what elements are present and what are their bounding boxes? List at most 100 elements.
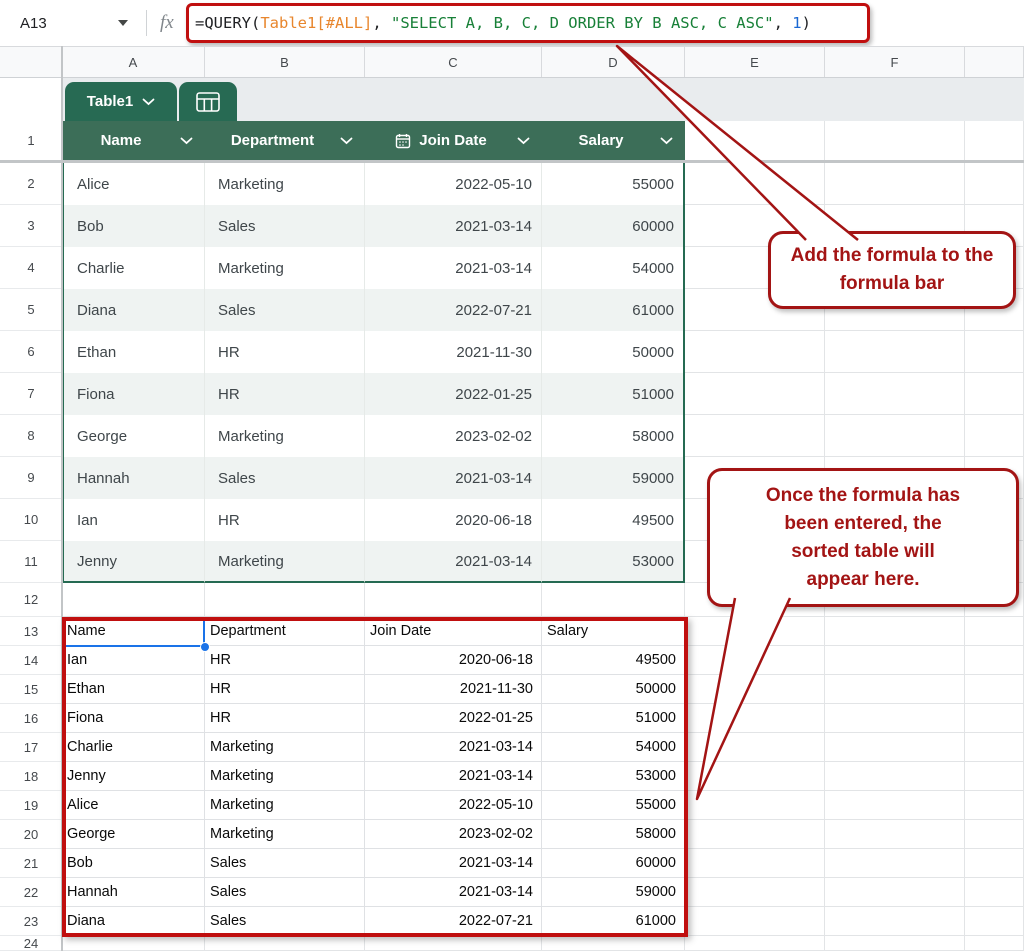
cell[interactable] (965, 331, 1024, 373)
cell[interactable] (965, 704, 1024, 733)
cell[interactable]: 2021-03-14 (365, 247, 542, 289)
cell[interactable] (825, 646, 965, 675)
row-number[interactable]: 10 (0, 499, 62, 541)
cell[interactable] (965, 791, 1024, 820)
cell[interactable] (965, 733, 1024, 762)
cell[interactable]: 58000 (542, 820, 685, 849)
cell[interactable] (542, 936, 685, 951)
name-box-dropdown-icon[interactable] (118, 20, 128, 26)
cell[interactable]: HR (205, 331, 365, 373)
cell[interactable]: Charlie (62, 733, 205, 762)
cell[interactable]: Salary (542, 617, 685, 646)
cell[interactable] (685, 331, 825, 373)
cell[interactable] (685, 762, 825, 791)
row-number[interactable]: 23 (0, 907, 62, 936)
cell[interactable]: 2022-05-10 (365, 163, 542, 205)
cell[interactable]: Ethan (62, 331, 205, 373)
row-number[interactable]: 20 (0, 820, 62, 849)
cell[interactable] (685, 878, 825, 907)
name-box[interactable]: A13 (0, 0, 146, 46)
row-number[interactable]: 19 (0, 791, 62, 820)
cell[interactable]: 2021-11-30 (365, 675, 542, 704)
column-header-partial[interactable] (965, 47, 1024, 77)
row-number[interactable]: 5 (0, 289, 62, 331)
cell[interactable] (685, 704, 825, 733)
cell[interactable]: HR (205, 646, 365, 675)
cell[interactable]: 54000 (542, 247, 685, 289)
row-number[interactable]: 7 (0, 373, 62, 415)
cell[interactable]: Marketing (205, 762, 365, 791)
cell[interactable] (965, 373, 1024, 415)
frozen-pane-divider[interactable] (61, 46, 63, 951)
cell[interactable]: Hannah (62, 878, 205, 907)
cell[interactable]: 2020-06-18 (365, 646, 542, 675)
cell[interactable]: 2022-05-10 (365, 791, 542, 820)
cell[interactable] (685, 936, 825, 951)
cell[interactable] (825, 936, 965, 951)
cell[interactable] (965, 675, 1024, 704)
cell[interactable]: 61000 (542, 907, 685, 936)
cell[interactable] (205, 936, 365, 951)
table-header-department[interactable]: Department (205, 121, 365, 160)
cell[interactable]: 2021-11-30 (365, 331, 542, 373)
cell[interactable]: 59000 (542, 457, 685, 499)
cell[interactable]: Marketing (205, 820, 365, 849)
cell[interactable]: 55000 (542, 163, 685, 205)
cell[interactable] (825, 121, 965, 160)
column-dropdown-icon[interactable] (517, 137, 530, 145)
column-header-b[interactable]: B (205, 47, 365, 77)
cell[interactable] (965, 617, 1024, 646)
row-number[interactable]: 24 (0, 936, 62, 951)
cell[interactable]: Sales (205, 289, 365, 331)
column-dropdown-icon[interactable] (180, 137, 193, 145)
cell[interactable]: HR (205, 499, 365, 541)
column-header-c[interactable]: C (365, 47, 542, 77)
cell[interactable]: Hannah (62, 457, 205, 499)
cell[interactable] (685, 733, 825, 762)
cell[interactable] (825, 791, 965, 820)
cell[interactable]: 2022-01-25 (365, 373, 542, 415)
row-number[interactable]: 16 (0, 704, 62, 733)
cell[interactable]: 2023-02-02 (365, 820, 542, 849)
cell[interactable] (965, 907, 1024, 936)
column-dropdown-icon[interactable] (340, 137, 353, 145)
cell[interactable]: 49500 (542, 499, 685, 541)
cell[interactable] (825, 373, 965, 415)
cell[interactable]: 58000 (542, 415, 685, 457)
cell[interactable] (825, 331, 965, 373)
cell[interactable] (685, 163, 825, 205)
cell[interactable]: 60000 (542, 849, 685, 878)
cell[interactable]: Fiona (62, 704, 205, 733)
cell[interactable] (825, 820, 965, 849)
cell[interactable]: Marketing (205, 247, 365, 289)
cell[interactable] (965, 878, 1024, 907)
row-number[interactable]: 12 (0, 583, 62, 617)
row-number[interactable]: 18 (0, 762, 62, 791)
row-number[interactable]: 9 (0, 457, 62, 499)
cell[interactable]: Diana (62, 289, 205, 331)
fill-handle[interactable] (200, 642, 210, 652)
cell[interactable] (825, 415, 965, 457)
cell[interactable]: Diana (62, 907, 205, 936)
cell[interactable]: 2021-03-14 (365, 733, 542, 762)
cell[interactable] (685, 373, 825, 415)
cell[interactable]: 53000 (542, 762, 685, 791)
cell[interactable]: 55000 (542, 791, 685, 820)
cell[interactable] (205, 583, 365, 617)
cell[interactable]: Jenny (62, 762, 205, 791)
select-all-corner[interactable] (0, 47, 62, 77)
cell[interactable]: Jenny (62, 541, 205, 583)
cell[interactable]: 2020-06-18 (365, 499, 542, 541)
cell[interactable]: 2022-07-21 (365, 907, 542, 936)
cell[interactable]: 2021-03-14 (365, 541, 542, 583)
cell[interactable]: HR (205, 373, 365, 415)
cell[interactable] (542, 583, 685, 617)
cell[interactable] (825, 762, 965, 791)
cell[interactable]: Marketing (205, 541, 365, 583)
row-number[interactable]: 14 (0, 646, 62, 675)
cell[interactable]: Sales (205, 849, 365, 878)
cell[interactable]: 2021-03-14 (365, 457, 542, 499)
column-header-a[interactable]: A (62, 47, 205, 77)
cell[interactable]: Sales (205, 878, 365, 907)
cell[interactable]: Alice (62, 163, 205, 205)
